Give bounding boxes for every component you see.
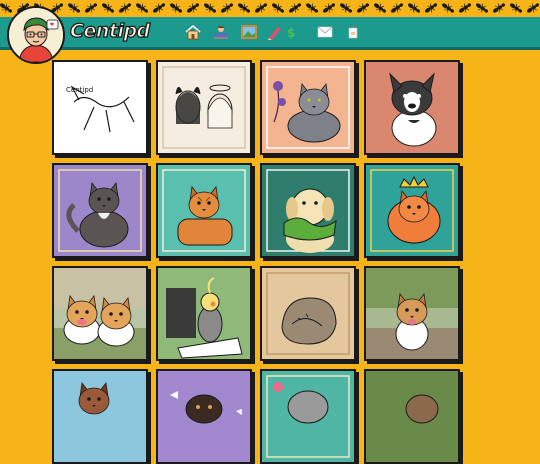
house-icon <box>185 25 201 40</box>
artwork-thumbnail <box>266 272 350 355</box>
main-nav: $ <box>180 22 368 44</box>
gallery-tile[interactable] <box>52 369 148 464</box>
artwork-thumbnail <box>166 277 243 359</box>
artwork-thumbnail <box>266 66 350 149</box>
artwork-thumbnail <box>370 169 454 252</box>
artwork-thumbnail <box>78 382 110 415</box>
nav-contact[interactable] <box>312 22 338 42</box>
nav-home[interactable] <box>180 22 206 42</box>
site-logo[interactable]: Centipd <box>69 19 150 44</box>
gallery-tile[interactable] <box>156 163 252 258</box>
gallery-tile[interactable] <box>260 163 356 258</box>
artwork-thumbnail <box>266 169 350 253</box>
gallery-tile[interactable] <box>156 266 252 361</box>
gallery-tile[interactable] <box>260 60 356 155</box>
artwork-thumbnail <box>266 375 350 458</box>
header-shadow <box>0 47 540 50</box>
gallery-tile[interactable] <box>260 369 356 464</box>
framed-picture-icon <box>241 25 257 39</box>
person-at-computer-icon <box>214 26 228 39</box>
avatar[interactable] <box>7 6 65 64</box>
gallery-tile[interactable] <box>260 266 356 361</box>
ant-pattern-border <box>0 0 540 17</box>
svg-text:Centipd: Centipd <box>66 86 93 94</box>
gallery-tile[interactable] <box>364 369 460 464</box>
nav-gallery[interactable] <box>236 22 262 42</box>
svg-text:$: $ <box>287 26 295 40</box>
artist-avatar-icon <box>9 8 63 62</box>
gallery-tile[interactable] <box>156 369 252 464</box>
nav-commissions[interactable]: $ <box>264 22 302 42</box>
nav-about[interactable] <box>208 22 234 42</box>
nav-shop[interactable] <box>340 22 366 42</box>
gallery-tile[interactable] <box>364 266 460 361</box>
artwork-thumbnail <box>366 268 458 359</box>
pencil-and-money-icon: $ <box>268 26 295 40</box>
shopping-bag-icon <box>348 26 358 39</box>
artwork-thumbnail <box>366 371 458 462</box>
artwork-thumbnail: Centipd <box>66 85 135 133</box>
gallery-tile[interactable]: Centipd <box>52 60 148 155</box>
artwork-thumbnail <box>58 169 142 252</box>
artwork-thumbnail <box>162 66 246 149</box>
envelope-icon <box>317 26 333 38</box>
artwork-thumbnail <box>170 391 242 424</box>
gallery-tile[interactable] <box>52 266 148 361</box>
gallery-tile[interactable] <box>52 163 148 258</box>
artwork-thumbnail <box>162 169 246 252</box>
artwork-thumbnail <box>54 268 146 359</box>
artwork-thumbnail <box>389 72 437 147</box>
gallery-tile[interactable] <box>364 163 460 258</box>
gallery-tile[interactable] <box>364 60 460 155</box>
gallery-tile[interactable] <box>156 60 252 155</box>
